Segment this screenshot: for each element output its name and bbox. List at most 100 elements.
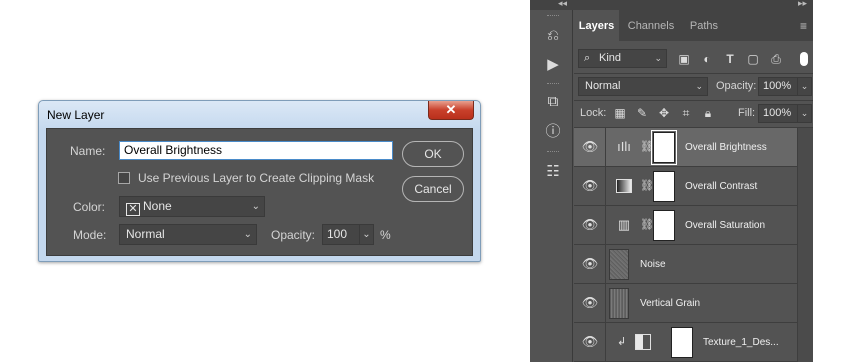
info-icon[interactable]: ⓘ [543,122,563,142]
layer-name[interactable]: Overall Contrast [685,167,757,206]
opacity-stepper-icon[interactable]: ⌄ [359,225,373,244]
lock-image-pixels-icon[interactable]: ✎ [634,105,650,121]
layers-scrollbar[interactable] [797,128,813,362]
lock-position-icon[interactable]: ✥ [656,105,672,121]
layers-panel: Layers Channels Paths ≡ ⌕ Kind ⌄ ▣ ◐ T ▢… [574,10,813,362]
layer-mask-thumbnail[interactable] [653,171,675,202]
divider [605,323,606,362]
tab-paths[interactable]: Paths [683,10,725,41]
fill-input[interactable]: 100% ⌄ [758,104,812,123]
lock-label: Lock: [580,107,607,119]
tab-layers[interactable]: Layers [574,10,619,41]
color-select[interactable]: ✕ None ⌄ [119,196,265,217]
cancel-button[interactable]: Cancel [402,176,464,202]
shape-filter-icon[interactable]: ▢ [745,51,761,67]
eye-icon[interactable]: 👁︎ [578,137,602,157]
panel-menu-icon[interactable]: ≡ [800,19,807,33]
ok-button[interactable]: OK [402,141,464,167]
layer-name[interactable]: Overall Brightness [685,128,767,167]
layer-row[interactable]: 👁︎ Vertical Grain [574,284,797,323]
filter-kind-value: Kind [599,52,622,64]
panel-opacity-value: 100% [763,80,792,92]
type-filter-icon[interactable]: T [722,51,738,67]
clipping-mask-checkbox[interactable] [118,172,130,184]
mode-value: Normal [126,227,165,241]
adjustment-filter-icon[interactable]: ◐ [699,51,715,67]
dialog-body: Name: Overall Brightness Use Previous La… [46,128,473,256]
layer-name[interactable]: Vertical Grain [640,284,700,323]
link-icon[interactable]: ⛓︎ [640,178,654,194]
chevron-down-icon: ⌄ [251,201,260,212]
blend-mode-select[interactable]: Normal ⌄ [578,77,708,96]
layer-name[interactable]: Overall Saturation [685,206,765,245]
collapse-left-icon[interactable]: ◂◂ [558,0,567,9]
panel-opacity-input[interactable]: 100% ⌄ [758,77,812,96]
layer-row[interactable]: 👁︎ ↲ Texture_1_Des... [574,323,797,362]
hue-saturation-icon: ▥ [617,217,631,232]
filter-kind-select[interactable]: ⌕ Kind ⌄ [578,49,667,68]
adjustment-icon [635,334,651,350]
levels-icon: ıIlı [617,139,631,154]
divider [605,167,606,206]
name-label: Name: [70,144,106,158]
panel-top-strip: ◂◂ ▸▸ [530,0,813,10]
grip-icon[interactable] [547,83,559,85]
chevron-down-icon[interactable]: ⌄ [797,105,811,122]
history-icon[interactable]: ⎌ [543,26,563,46]
grip-icon[interactable] [547,15,559,17]
play-action-icon[interactable]: ▶ [543,55,563,75]
grip-icon[interactable] [547,151,559,153]
opacity-label: Opacity: [271,228,316,242]
no-color-icon: ✕ [126,203,140,216]
layer-name[interactable]: Noise [640,245,666,284]
layer-row[interactable]: 👁︎ ▥ ⛓︎ Overall Saturation [574,206,797,245]
panel-tabs: Layers Channels Paths ≡ [574,10,813,41]
chevron-down-icon[interactable]: ⌄ [797,78,811,95]
link-icon[interactable]: ⛓︎ [640,139,654,155]
opacity-value: 100 [327,227,348,241]
layer-thumbnail[interactable] [609,288,629,319]
lock-transparent-pixels-icon[interactable]: ▦ [612,105,628,121]
layer-name[interactable]: Texture_1_Des... [703,323,779,362]
divider [605,284,606,323]
smart-object-filter-icon[interactable]: ⎙ [768,51,784,67]
name-input[interactable]: Overall Brightness [119,141,393,160]
stage: New Layer ✕ Name: Overall Brightness Use… [0,0,850,362]
image-filter-icon[interactable]: ▣ [676,51,692,67]
lock-artboard-icon[interactable]: ⌗ [678,105,694,121]
divider [605,245,606,284]
layer-thumbnail[interactable] [609,249,629,280]
layer-mask-thumbnail[interactable] [651,130,677,165]
fill-label: Fill: [738,107,756,119]
close-button[interactable]: ✕ [428,101,474,120]
layer-mask-thumbnail[interactable] [653,210,675,241]
color-value: None [143,199,172,213]
tab-channels[interactable]: Channels [621,10,681,41]
eye-icon[interactable]: 👁︎ [578,254,602,274]
properties-icon[interactable]: ☷ [543,162,563,182]
opacity-input[interactable]: 100 ⌄ [322,224,374,245]
eye-icon[interactable]: 👁︎ [578,332,602,352]
divider [605,206,606,245]
divider [605,128,606,167]
gradient-map-icon [616,179,632,193]
eye-icon[interactable]: 👁︎ [578,176,602,196]
dialog-title: New Layer [47,108,105,122]
opacity-unit: % [380,228,391,242]
chevron-down-icon: ⌄ [695,81,703,91]
link-icon[interactable]: ⛓︎ [640,217,654,233]
3d-cube-icon[interactable]: ⧉ [543,92,563,112]
separator [574,100,813,101]
eye-icon[interactable]: 👁︎ [578,293,602,313]
layer-row[interactable]: 👁︎ ıIlı ⛓︎ Overall Brightness [574,128,797,167]
eye-icon[interactable]: 👁︎ [578,215,602,235]
lock-all-icon[interactable]: 🔒︎ [700,105,716,121]
chevron-down-icon: ⌄ [243,229,252,240]
layer-row[interactable]: 👁︎ ⛓︎ Overall Contrast [574,167,797,206]
mode-select[interactable]: Normal ⌄ [119,224,257,245]
filter-toggle-switch[interactable] [800,52,808,66]
collapse-right-icon[interactable]: ▸▸ [798,0,807,9]
layer-row[interactable]: 👁︎ Noise [574,245,797,284]
blend-mode-value: Normal [585,80,621,92]
layer-mask-thumbnail[interactable] [671,327,693,358]
